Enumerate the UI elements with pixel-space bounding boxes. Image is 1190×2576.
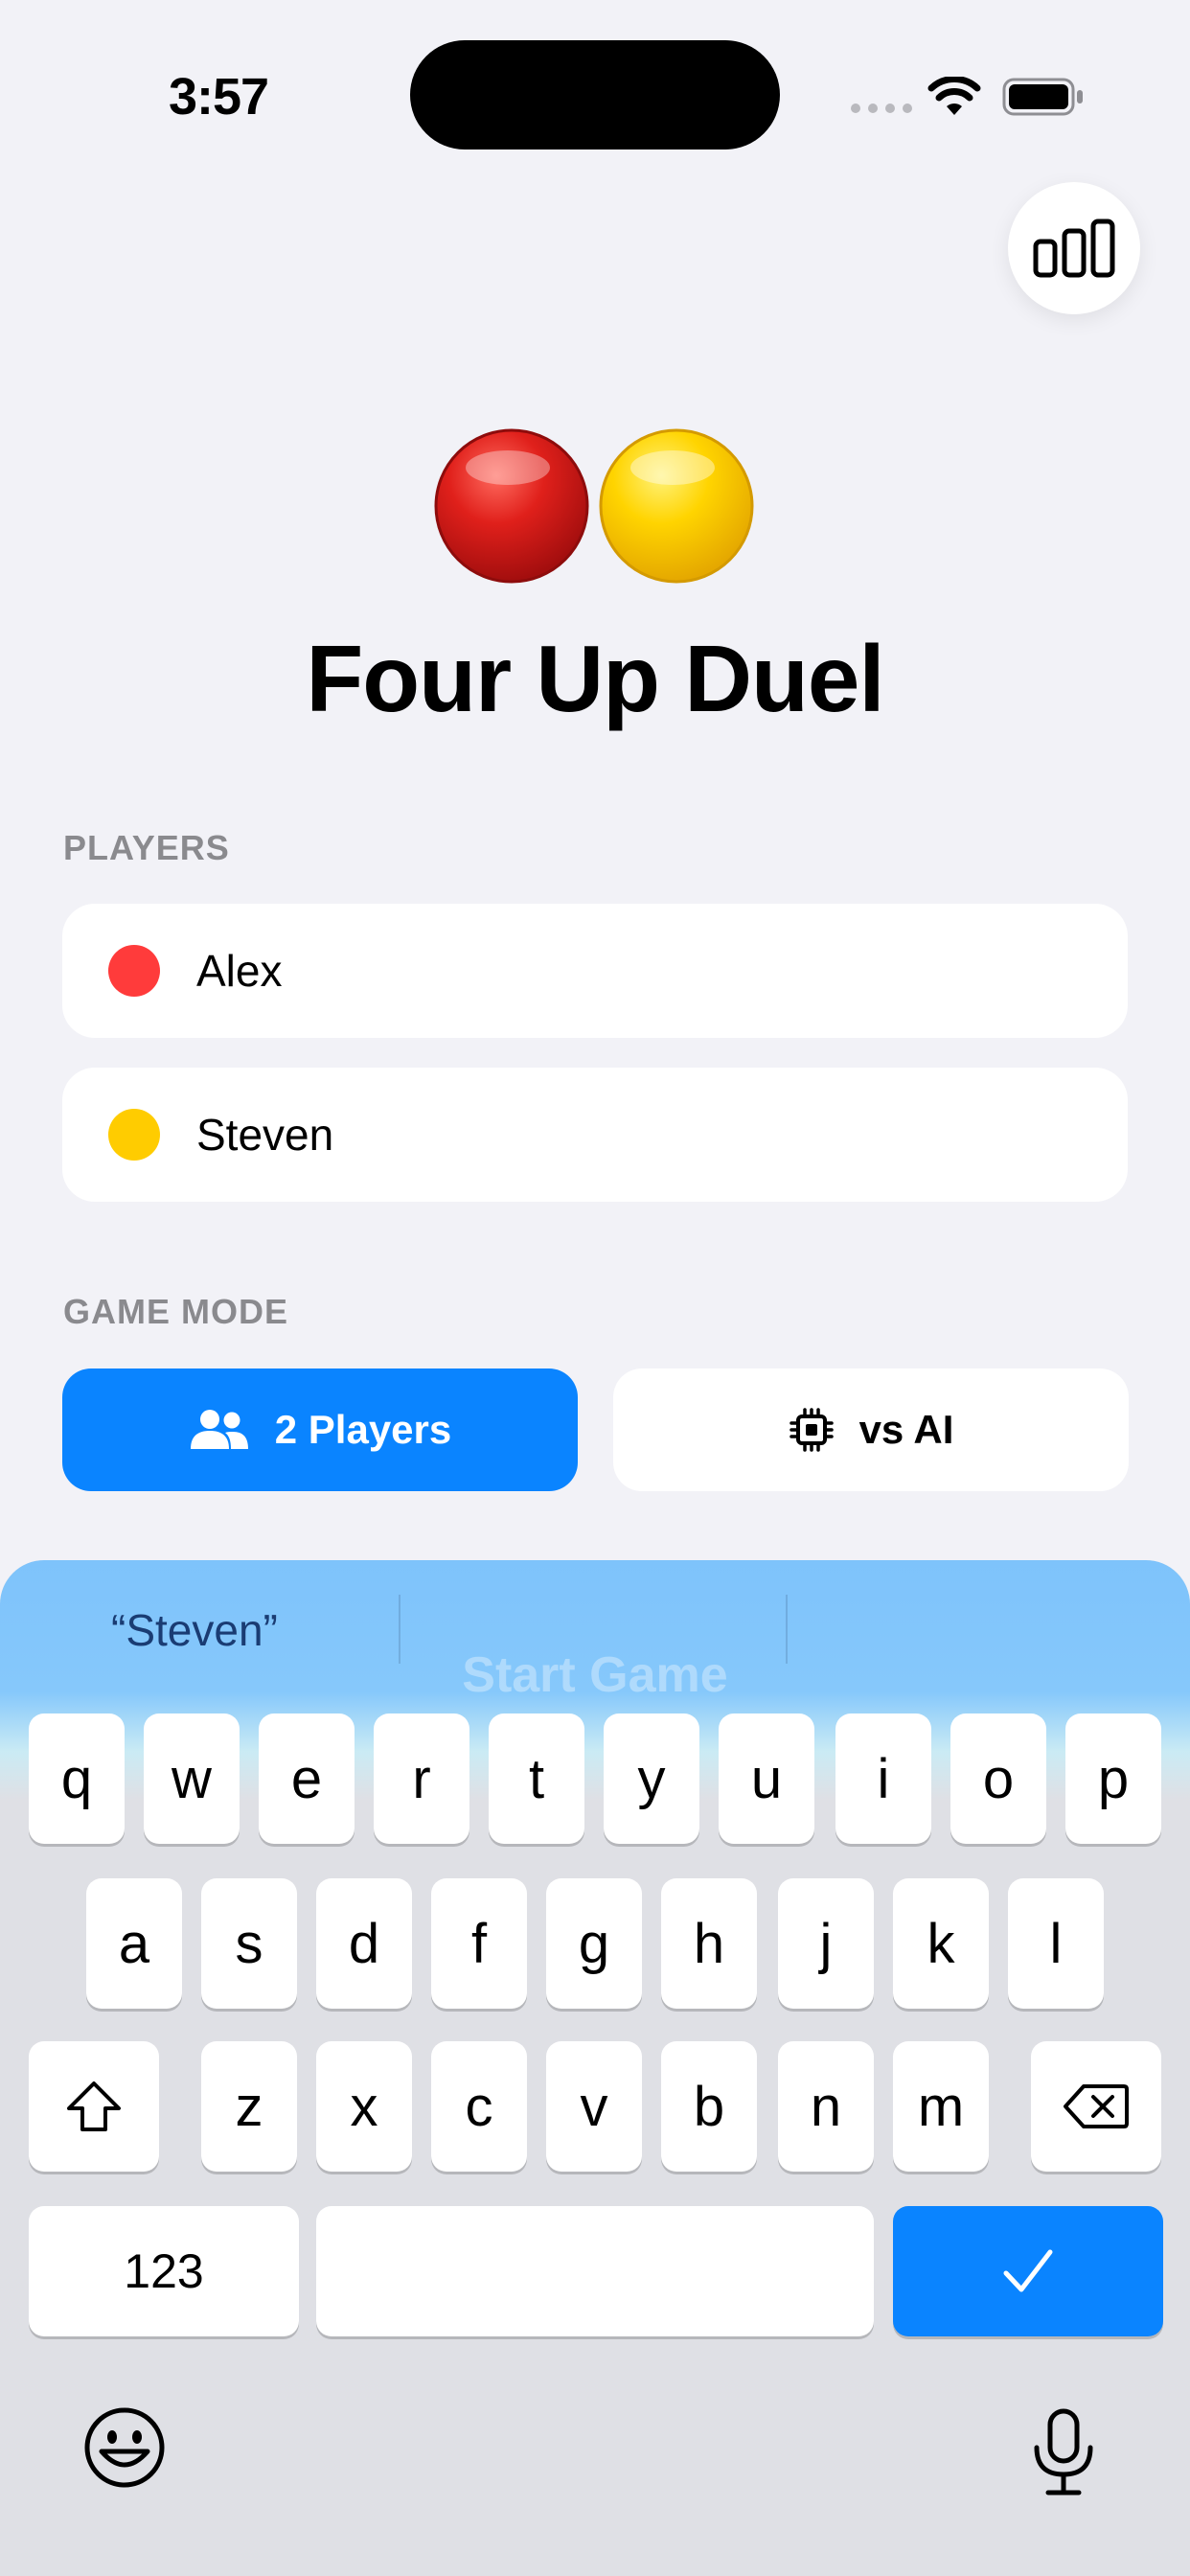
bar-chart-icon <box>1033 218 1115 278</box>
key-s[interactable]: s <box>201 1878 297 2009</box>
on-screen-keyboard: Start Game “Steven” q w e r t y u i o p … <box>0 1560 1190 2576</box>
key-j[interactable]: j <box>778 1878 874 2009</box>
player-2-name: Steven <box>196 1110 334 1160</box>
space-key[interactable] <box>316 2206 874 2336</box>
player-1-name: Alex <box>196 946 283 996</box>
key-h[interactable]: h <box>661 1878 757 2009</box>
game-mode-section-label: GAME MODE <box>63 1292 289 1331</box>
key-e[interactable]: e <box>259 1714 355 1844</box>
player-2-color-dot <box>108 1109 160 1161</box>
wifi-icon <box>927 77 981 115</box>
key-q[interactable]: q <box>29 1714 125 1844</box>
key-u[interactable]: u <box>719 1714 814 1844</box>
app-logo-discs <box>434 428 754 584</box>
key-x[interactable]: x <box>316 2041 412 2172</box>
delete-backspace-icon <box>1064 2084 1129 2128</box>
key-f[interactable]: f <box>431 1878 527 2009</box>
done-key[interactable] <box>893 2206 1163 2336</box>
vs-ai-mode-button[interactable]: vs AI <box>613 1368 1129 1491</box>
shift-key[interactable] <box>29 2041 159 2172</box>
key-y[interactable]: y <box>604 1714 699 1844</box>
key-c[interactable]: c <box>431 2041 527 2172</box>
key-b[interactable]: b <box>661 2041 757 2172</box>
key-z[interactable]: z <box>201 2041 297 2172</box>
key-n[interactable]: n <box>778 2041 874 2172</box>
suggestion-divider <box>399 1595 400 1664</box>
app-title: Four Up Duel <box>306 626 884 731</box>
numbers-key[interactable]: 123 <box>29 2206 299 2336</box>
key-o[interactable]: o <box>950 1714 1046 1844</box>
key-k[interactable]: k <box>893 1878 989 2009</box>
two-people-icon <box>190 1410 248 1449</box>
players-section-label: PLAYERS <box>63 828 230 867</box>
checkmark-icon <box>1003 2249 1053 2292</box>
key-p[interactable]: p <box>1065 1714 1161 1844</box>
delete-key[interactable] <box>1031 2041 1161 2172</box>
key-g[interactable]: g <box>546 1878 642 2009</box>
two-players-mode-button[interactable]: 2 Players <box>62 1368 578 1491</box>
key-r[interactable]: r <box>374 1714 469 1844</box>
key-a[interactable]: a <box>86 1878 182 2009</box>
stats-button[interactable] <box>1008 182 1140 314</box>
key-v[interactable]: v <box>546 2041 642 2172</box>
key-t[interactable]: t <box>489 1714 584 1844</box>
autocomplete-suggestion[interactable]: “Steven” <box>111 1604 278 1656</box>
player-2-field[interactable]: Steven <box>62 1068 1128 1202</box>
cellular-signal-icon <box>851 104 912 113</box>
two-players-label: 2 Players <box>274 1407 452 1452</box>
emoji-face-icon[interactable] <box>82 2405 167 2490</box>
key-d[interactable]: d <box>316 1878 412 2009</box>
player-1-color-dot <box>108 945 160 997</box>
suggestion-divider <box>786 1595 788 1664</box>
key-l[interactable]: l <box>1008 1878 1104 2009</box>
cpu-chip-icon <box>789 1408 834 1452</box>
status-time: 3:57 <box>169 68 269 126</box>
vs-ai-label: vs AI <box>858 1407 954 1452</box>
key-i[interactable]: i <box>835 1714 931 1844</box>
key-w[interactable]: w <box>144 1714 240 1844</box>
key-m[interactable]: m <box>893 2041 989 2172</box>
battery-icon <box>1002 78 1083 116</box>
microphone-icon[interactable] <box>1027 2407 1100 2497</box>
player-1-field[interactable]: Alex <box>62 904 1128 1038</box>
shift-icon <box>67 2082 121 2131</box>
dynamic-island <box>410 40 780 150</box>
